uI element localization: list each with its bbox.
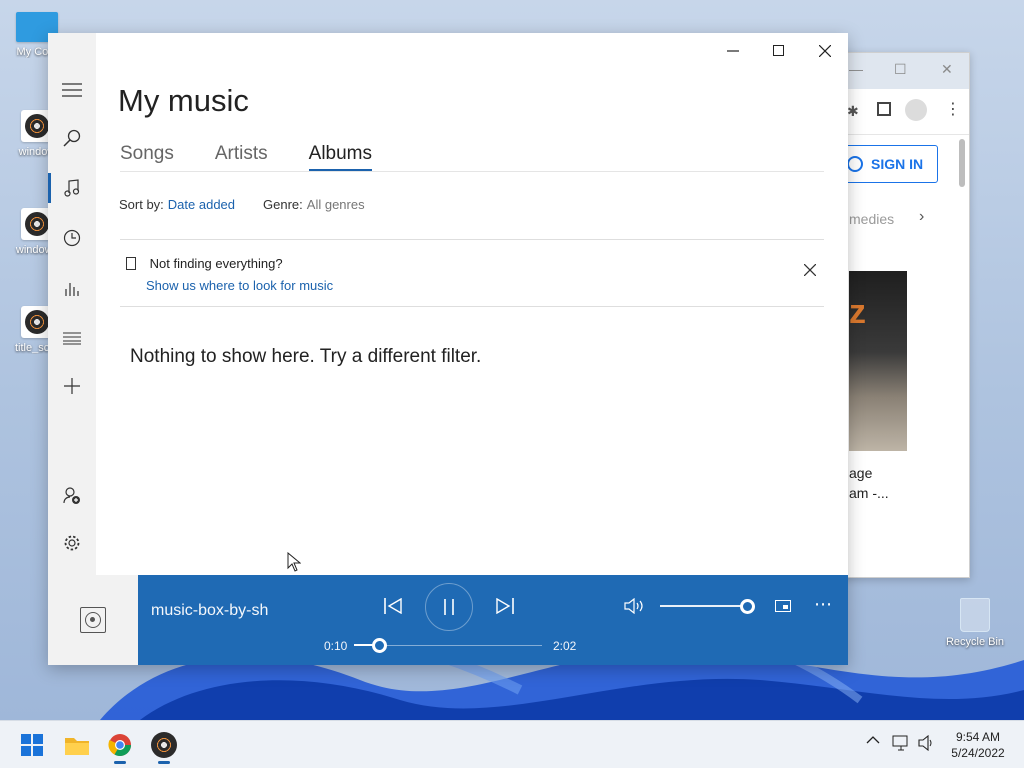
- search-icon[interactable]: [48, 116, 96, 160]
- disc-icon: [151, 732, 177, 758]
- sort-dropdown[interactable]: Date added: [168, 197, 235, 212]
- file-explorer-icon[interactable]: [61, 729, 93, 761]
- thumbnail-letter: z: [849, 293, 866, 331]
- divider: [120, 171, 824, 172]
- music-note-icon[interactable]: [48, 166, 96, 210]
- sign-in-label: SIGN IN: [871, 156, 924, 172]
- view-tabs: Songs Artists Albums: [120, 143, 373, 171]
- video-caption[interactable]: age am -...: [849, 463, 889, 503]
- volume-icon[interactable]: [624, 595, 646, 617]
- maximize-button[interactable]: [756, 39, 802, 63]
- close-button[interactable]: [802, 39, 848, 63]
- close-icon[interactable]: ✕: [941, 61, 953, 78]
- volume-slider-thumb[interactable]: [740, 599, 755, 614]
- divider: [120, 239, 824, 240]
- mouse-cursor: [287, 551, 302, 577]
- filter-bar: Sort by: Date added Genre: All genres: [119, 197, 365, 212]
- genre-label: Genre:: [263, 197, 303, 212]
- minimize-button[interactable]: [710, 39, 756, 63]
- mini-player-icon[interactable]: [774, 597, 792, 615]
- scrollbar[interactable]: [959, 139, 965, 187]
- previous-track-icon[interactable]: [382, 595, 404, 617]
- tab-artists[interactable]: Artists: [215, 143, 268, 171]
- pause-button[interactable]: [425, 583, 473, 631]
- seek-bar-thumb[interactable]: [372, 638, 387, 653]
- recycle-bin-icon: [960, 598, 990, 632]
- recycle-bin-label: Recycle Bin: [945, 636, 1005, 648]
- network-icon[interactable]: [892, 735, 910, 754]
- bars-icon[interactable]: [48, 266, 96, 310]
- playlist-icon[interactable]: [48, 316, 96, 360]
- notice-banner: Not finding everything?: [126, 256, 283, 271]
- track-title[interactable]: music-box-by-sh: [151, 602, 285, 620]
- nav-rail: [48, 33, 96, 575]
- gear-icon[interactable]: [48, 521, 96, 565]
- caption-line: am -...: [849, 485, 889, 501]
- clock-time: 9:54 AM: [955, 730, 1001, 744]
- volume-slider-track[interactable]: [660, 605, 748, 607]
- more-options-icon[interactable]: ⋯: [812, 593, 834, 615]
- duration-time: 2:02: [553, 639, 577, 653]
- player-bar: music-box-by-sh ⋯ 0:10 2:02: [138, 575, 848, 665]
- start-button[interactable]: [16, 729, 48, 761]
- plus-icon[interactable]: [48, 364, 96, 408]
- find-music-link[interactable]: Show us where to look for music: [146, 278, 333, 293]
- side-panel-icon[interactable]: [877, 102, 891, 116]
- genre-dropdown[interactable]: All genres: [307, 197, 365, 212]
- tab-songs[interactable]: Songs: [120, 143, 174, 171]
- groove-music-window: My music Songs Artists Albums Sort by: D…: [48, 33, 848, 665]
- now-playing-art[interactable]: [48, 575, 138, 665]
- video-thumbnail[interactable]: z: [849, 271, 907, 451]
- sort-label: Sort by:: [119, 197, 164, 212]
- music-player-taskbar-icon[interactable]: [148, 729, 180, 764]
- extensions-icon[interactable]: ✱: [847, 103, 859, 120]
- taskbar-clock[interactable]: 9:54 AM 5/24/2022: [940, 729, 1016, 761]
- category-chip[interactable]: medies: [849, 211, 894, 227]
- album-placeholder-icon: [80, 607, 106, 633]
- divider: [120, 306, 824, 307]
- chrome-icon[interactable]: [104, 729, 136, 764]
- add-user-icon[interactable]: [48, 474, 96, 518]
- caption-line: age: [849, 465, 873, 481]
- hamburger-icon[interactable]: [48, 68, 96, 112]
- next-track-icon[interactable]: [494, 595, 516, 617]
- recycle-bin[interactable]: Recycle Bin: [940, 598, 1010, 648]
- page-title: My music: [118, 83, 249, 118]
- profile-icon[interactable]: [905, 99, 927, 121]
- empty-state-message: Nothing to show here. Try a different fi…: [130, 346, 482, 367]
- document-icon: [126, 257, 136, 270]
- elapsed-time: 0:10: [324, 639, 348, 653]
- speaker-icon[interactable]: [918, 734, 936, 754]
- maximize-icon[interactable]: ☐: [894, 61, 907, 78]
- minimize-icon[interactable]: —: [849, 61, 863, 77]
- clock-date: 5/24/2022: [951, 746, 1005, 760]
- dismiss-notice-icon[interactable]: [803, 263, 817, 281]
- tab-albums[interactable]: Albums: [308, 143, 373, 171]
- taskbar: 9:54 AM 5/24/2022: [0, 720, 1024, 768]
- chevron-up-icon[interactable]: [866, 733, 880, 750]
- notice-text: Not finding everything?: [149, 256, 283, 271]
- person-icon: [847, 156, 863, 172]
- clock-icon[interactable]: [48, 216, 96, 260]
- sign-in-button[interactable]: SIGN IN: [838, 145, 938, 183]
- menu-dots-icon[interactable]: ⋮: [945, 99, 961, 119]
- chevron-right-icon[interactable]: ›: [919, 208, 924, 226]
